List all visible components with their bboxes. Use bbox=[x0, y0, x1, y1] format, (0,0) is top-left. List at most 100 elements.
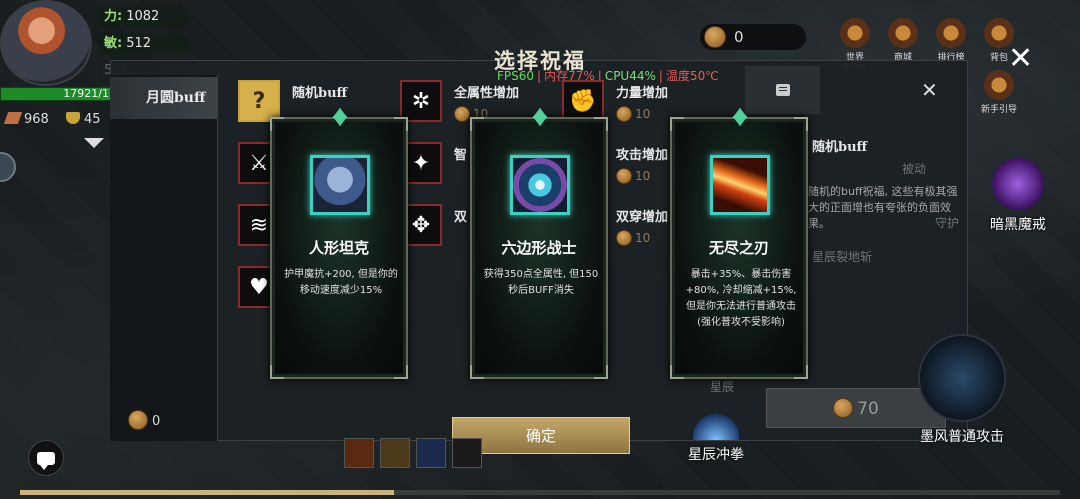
buff-cost: 10 bbox=[616, 168, 650, 184]
shop-button[interactable]: 商城 bbox=[883, 18, 923, 63]
tab-label: 月圆buff bbox=[146, 90, 206, 106]
guide-button[interactable]: 新手引导 bbox=[979, 70, 1019, 115]
sword-icon bbox=[918, 334, 1006, 422]
faded-label: 守护 bbox=[935, 216, 960, 230]
bag-label: 背包 bbox=[989, 53, 1008, 63]
card-name: 六边形战士 bbox=[501, 239, 577, 257]
close-icon[interactable]: ✕ bbox=[1008, 44, 1033, 74]
faded-label: 星辰 bbox=[710, 380, 735, 394]
skill-dark-ring[interactable]: 暗黑魔戒 bbox=[986, 158, 1050, 234]
ranking-button[interactable]: 排行榜 bbox=[931, 18, 971, 63]
power-stat: 力: 1082 bbox=[98, 6, 190, 28]
rune-circle-icon bbox=[510, 155, 570, 215]
buff-sidebar bbox=[110, 75, 218, 441]
chat-icon bbox=[37, 451, 55, 470]
buff-name: 全属性增加 bbox=[454, 86, 520, 101]
blessing-card-infinity-edge[interactable]: 无尽之刃 暴击+35%、暴击伤害+80%, 冷却缩减+15%, 但是你无法进行普… bbox=[670, 108, 808, 379]
skill-slot-3[interactable] bbox=[416, 438, 446, 468]
frame-corner bbox=[594, 117, 608, 131]
card-description: 获得350点全属性, 但150秒后BUFF消失 bbox=[483, 269, 599, 296]
buff-name: 力量增加 bbox=[616, 86, 669, 101]
buff-name: 随机buff bbox=[292, 86, 348, 101]
frame-corner bbox=[394, 117, 408, 131]
armor-knight-icon bbox=[310, 155, 370, 215]
guide-label: 新手引导 bbox=[980, 105, 1017, 115]
power-label: 力: bbox=[104, 9, 123, 24]
experience-bar bbox=[20, 490, 1060, 495]
faded-label: 被动 bbox=[902, 162, 927, 176]
buff-name: 双穿增加 bbox=[616, 210, 669, 225]
frame-corner bbox=[794, 365, 808, 379]
question-icon: ? bbox=[238, 80, 280, 122]
sidebar-currency: 0 bbox=[128, 410, 160, 430]
skill-star-punch[interactable]: 星辰冲拳 bbox=[680, 414, 752, 464]
boss-icon bbox=[840, 18, 870, 48]
frame-corner bbox=[670, 365, 684, 379]
coin-icon bbox=[616, 168, 632, 184]
experience-fill bbox=[20, 490, 395, 495]
buff-cost: 10 bbox=[616, 106, 650, 122]
coin-icon bbox=[616, 106, 632, 122]
coin-icon bbox=[833, 398, 854, 418]
hp-bar: 17921/179 bbox=[0, 87, 128, 101]
coin-icon bbox=[454, 106, 470, 122]
skill-wind-attack[interactable]: 墨风普通攻击 bbox=[912, 334, 1012, 446]
ranking-icon bbox=[936, 18, 966, 48]
currency-pill: 0 bbox=[700, 24, 806, 50]
blessing-card-hexagon[interactable]: 六边形战士 获得350点全属性, 但150秒后BUFF消失 bbox=[470, 108, 608, 379]
player-avatar[interactable] bbox=[0, 0, 92, 86]
coin-icon bbox=[128, 410, 148, 430]
currency-value: 0 bbox=[734, 28, 744, 46]
frame-corner bbox=[270, 117, 284, 131]
fist-icon: ✊ bbox=[562, 80, 604, 122]
tri-blade-icon: ✲ bbox=[400, 80, 442, 122]
buff-name: 攻击增加 bbox=[616, 148, 669, 163]
blessing-card-tank[interactable]: 人形坦克 护甲魔抗+200, 但是你的移动速度减少15% bbox=[270, 108, 408, 379]
buff-name: 智 bbox=[454, 148, 468, 163]
resource-2-value: 45 bbox=[84, 112, 101, 127]
detail-tab[interactable] bbox=[745, 66, 820, 114]
coin-icon bbox=[616, 230, 632, 246]
frame-corner bbox=[470, 117, 484, 131]
sidebar-currency-value: 0 bbox=[152, 414, 161, 429]
buff-name: 双 bbox=[454, 210, 468, 225]
coin-icon bbox=[704, 26, 726, 48]
skill-label: 星辰冲拳 bbox=[688, 447, 744, 463]
skill-slot-4[interactable] bbox=[452, 438, 482, 468]
frame-corner bbox=[594, 365, 608, 379]
resource-2: 45 bbox=[66, 112, 101, 127]
frame-corner bbox=[794, 117, 808, 131]
card-name: 无尽之刃 bbox=[708, 239, 769, 257]
blade-icon bbox=[710, 155, 770, 215]
resource-1-value: 968 bbox=[24, 112, 49, 127]
skill-label: 暗黑魔戒 bbox=[990, 217, 1046, 233]
buff-cost-value: 10 bbox=[635, 169, 651, 183]
chat-button[interactable] bbox=[28, 440, 64, 476]
resource-1: 968 bbox=[3, 112, 49, 127]
tab-full-moon-buff[interactable]: 月圆buff bbox=[110, 77, 217, 119]
card-description: 护甲魔抗+200, 但是你的移动速度减少15% bbox=[284, 269, 398, 296]
skill-slot-1[interactable] bbox=[344, 438, 374, 468]
shield-icon bbox=[66, 112, 80, 124]
panel-close-icon[interactable]: ✕ bbox=[921, 78, 938, 102]
expand-arrow-icon[interactable] bbox=[84, 138, 104, 148]
skill-slot-2[interactable] bbox=[380, 438, 410, 468]
buff-cost-value: 10 bbox=[635, 231, 651, 245]
detail-title: 随机buff bbox=[812, 140, 868, 155]
power-value: 1082 bbox=[126, 9, 160, 24]
skill-label: 墨风普通攻击 bbox=[920, 429, 1004, 445]
frame-corner bbox=[394, 365, 408, 379]
frame-corner bbox=[270, 365, 284, 379]
frame-corner bbox=[670, 117, 684, 131]
document-icon bbox=[775, 84, 790, 96]
buy-price: 70 bbox=[857, 399, 879, 419]
feather-icon bbox=[3, 112, 23, 124]
frame-corner bbox=[470, 365, 484, 379]
star-punch-icon bbox=[693, 414, 739, 440]
faded-label: 星辰裂地斩 bbox=[812, 250, 873, 264]
buff-cost: 10 bbox=[616, 230, 650, 246]
dark-ring-icon bbox=[992, 158, 1044, 210]
buff-cost-value: 10 bbox=[635, 107, 651, 121]
shop-icon bbox=[888, 18, 918, 48]
agility-stat: 敏: 512 bbox=[98, 33, 190, 55]
